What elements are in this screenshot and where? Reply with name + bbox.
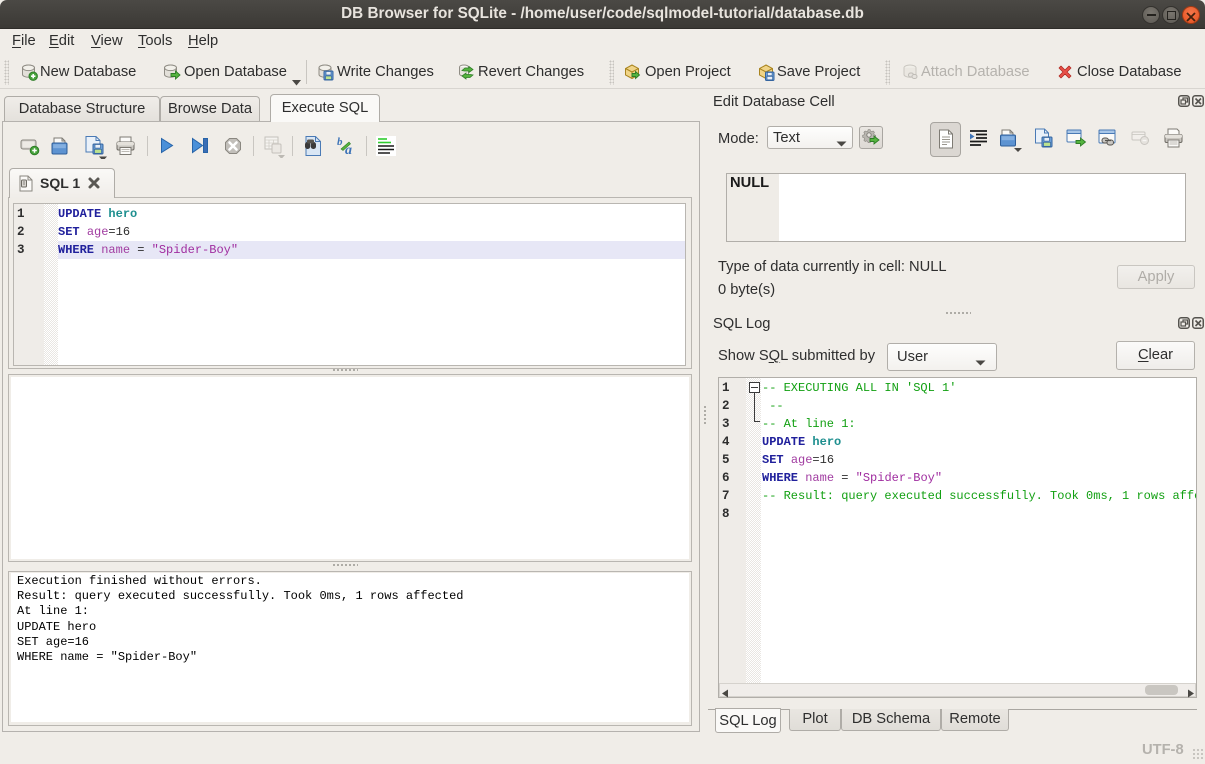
svg-text:b: b bbox=[337, 136, 343, 148]
svg-text:a: a bbox=[345, 143, 352, 157]
